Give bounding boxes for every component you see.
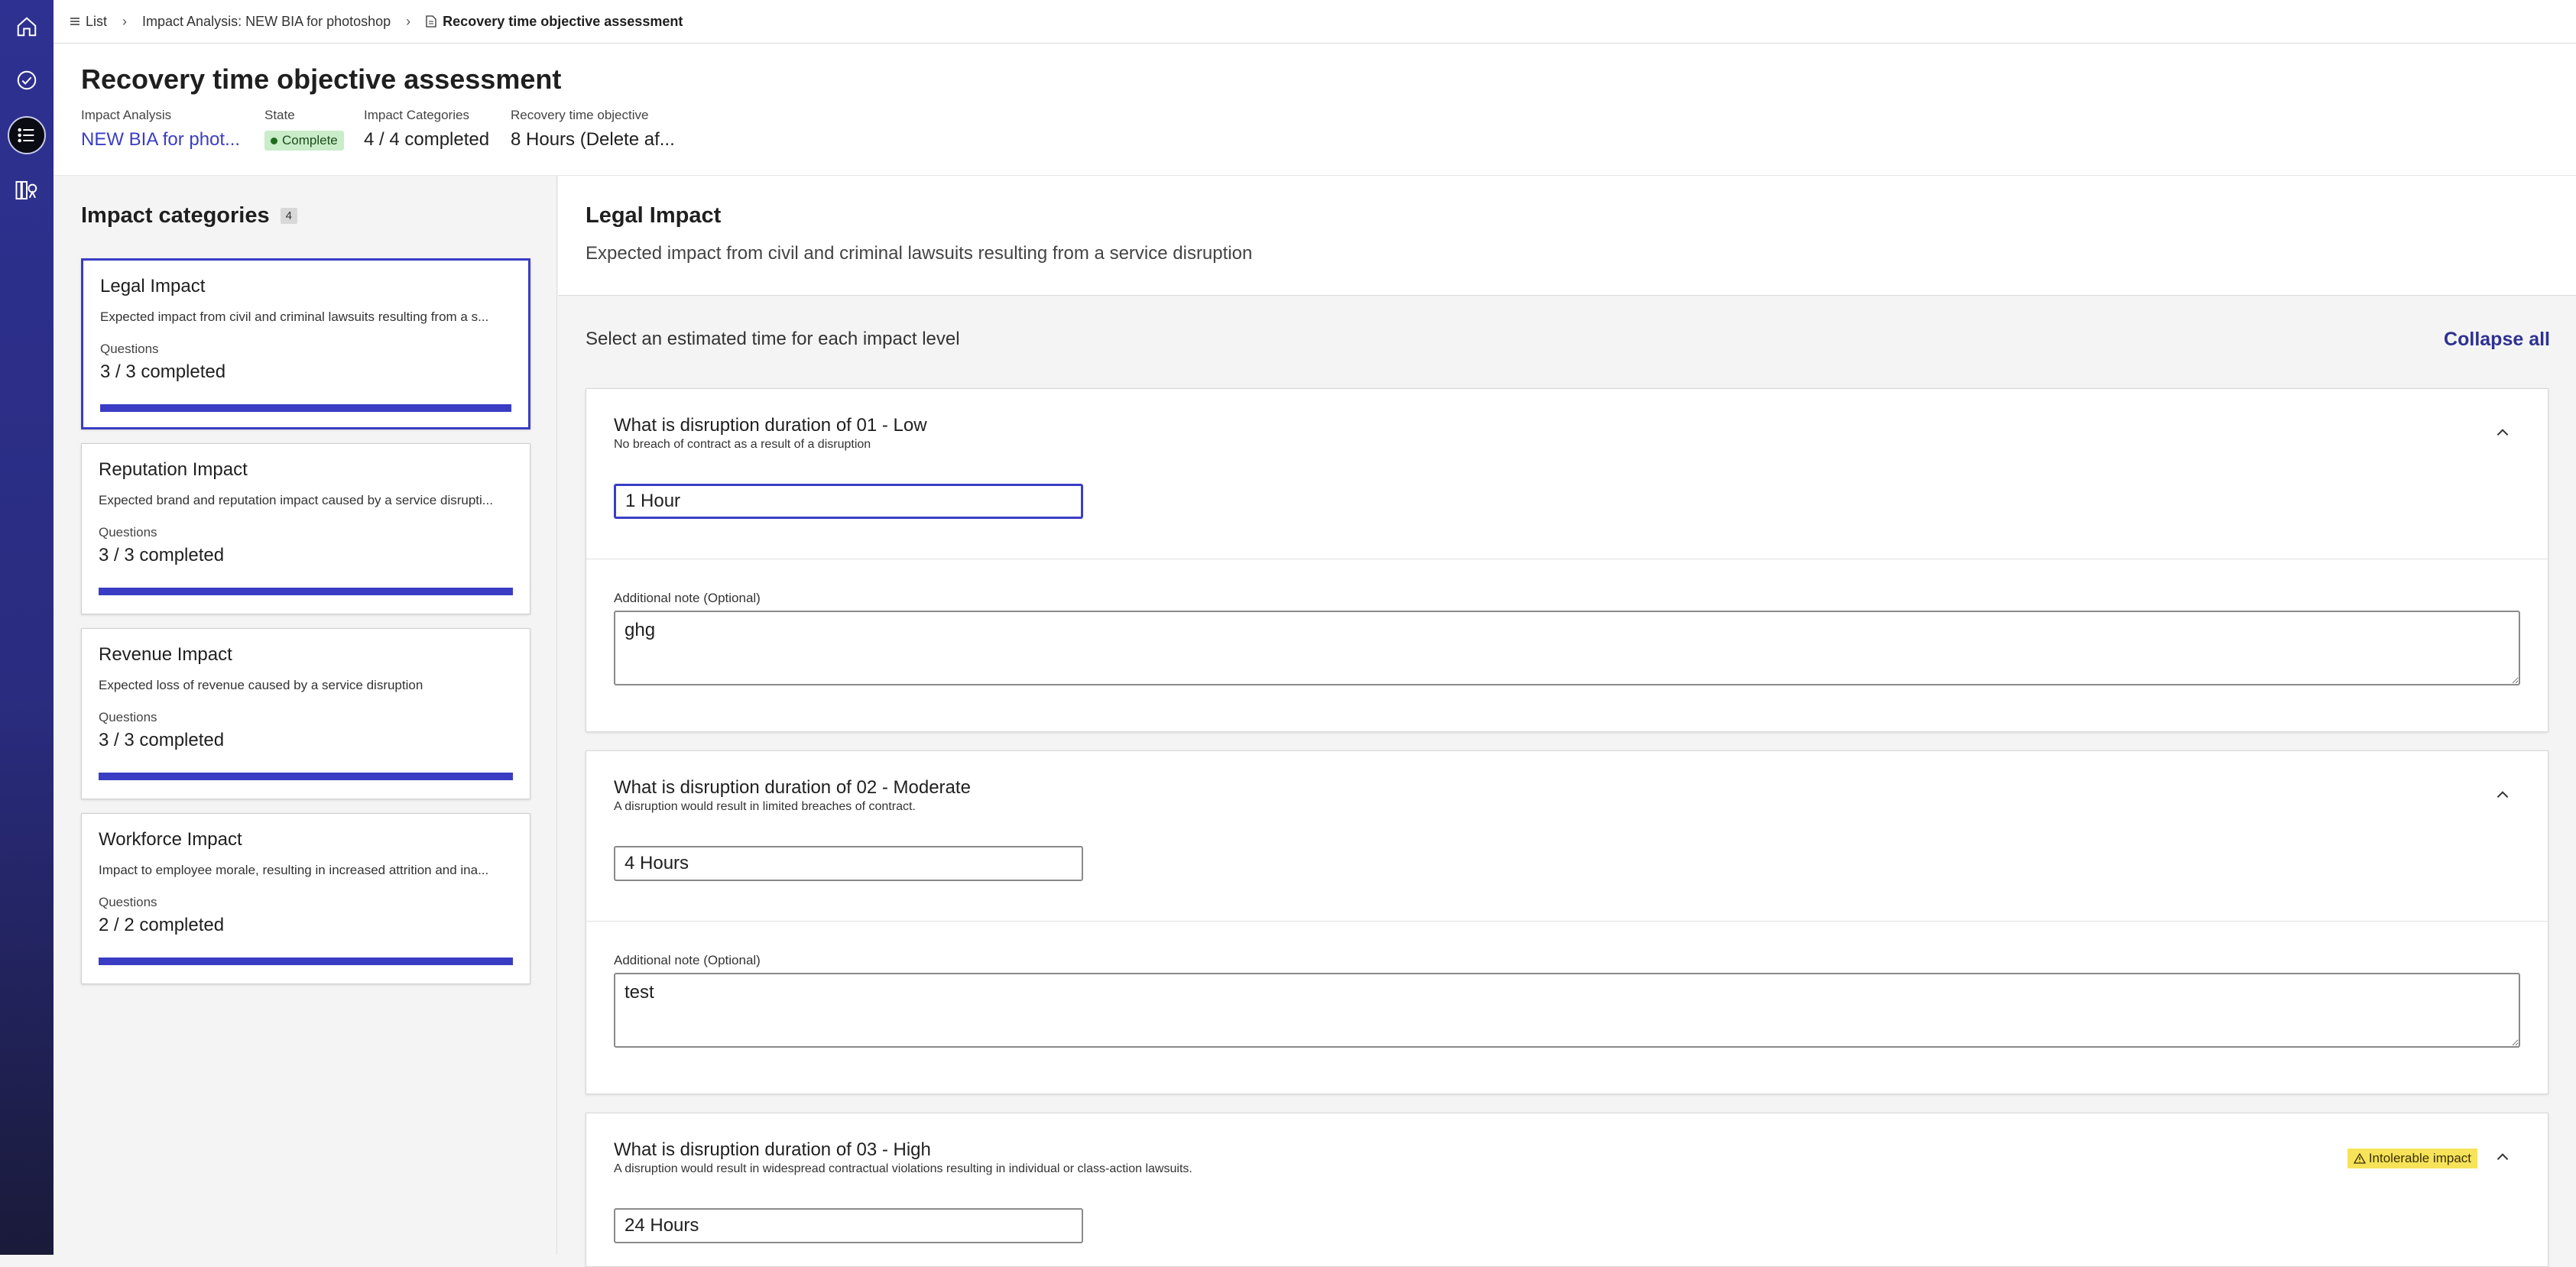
duration-input[interactable] <box>614 1208 1083 1243</box>
list-icon[interactable] <box>8 116 46 154</box>
breadcrumb-current-label: Recovery time objective assessment <box>443 13 683 29</box>
progress-fill <box>99 958 513 965</box>
card-completed: 3 / 3 completed <box>99 730 225 750</box>
divider <box>586 921 2548 922</box>
card-completed: 3 / 3 completed <box>100 361 226 382</box>
category-card-legal[interactable]: Legal Impact Expected impact from civil … <box>81 258 530 429</box>
warning-badge-label: Intolerable impact <box>2368 1151 2471 1165</box>
document-icon <box>426 15 436 28</box>
meta-value: 4 / 4 completed <box>364 129 490 150</box>
question-subtitle: No breach of contract as a result of a d… <box>614 438 871 451</box>
note-label: Additional note (Optional) <box>614 591 761 605</box>
meta-label: Recovery time objective <box>511 108 649 122</box>
categories-heading: Impact categories 4 <box>81 203 297 228</box>
categories-title: Impact categories <box>81 203 270 228</box>
categories-panel: Impact categories 4 Legal Impact Expecte… <box>54 176 557 1255</box>
question-title: What is disruption duration of 03 - High <box>614 1139 931 1160</box>
collapse-all-button[interactable]: Collapse all <box>2444 329 2550 351</box>
chevron-up-icon[interactable] <box>2494 1149 2511 1165</box>
breadcrumb-current: Recovery time objective assessment <box>426 14 683 30</box>
meta-label: Impact Categories <box>364 108 469 122</box>
question-card-moderate: What is disruption duration of 02 - Mode… <box>586 750 2548 1094</box>
progress-bar <box>99 773 513 780</box>
breadcrumb-list[interactable]: List <box>70 14 107 30</box>
progress-bar <box>100 404 511 412</box>
question-card-high: What is disruption duration of 03 - High… <box>586 1113 2548 1267</box>
progress-fill <box>99 588 513 595</box>
warning-icon <box>2353 1153 2366 1164</box>
card-completed: 2 / 2 completed <box>99 915 225 935</box>
meta-impact-analysis: Impact Analysis NEW BIA for phot... <box>81 108 242 151</box>
chevron-right-icon: › <box>406 13 411 29</box>
card-title: Workforce Impact <box>99 829 242 850</box>
meta-value: 8 Hours (Delete af... <box>511 129 675 150</box>
note-label: Additional note (Optional) <box>614 953 761 967</box>
categories-count-badge: 4 <box>280 208 297 224</box>
card-description: Impact to employee morale, resulting in … <box>99 863 489 877</box>
breadcrumb: List › Impact Analysis: NEW BIA for phot… <box>54 0 2576 44</box>
check-circle-icon[interactable] <box>8 61 46 99</box>
breadcrumb-list-label[interactable]: List <box>86 14 107 30</box>
detail-header: Legal Impact Expected impact from civil … <box>558 176 2576 296</box>
library-icon[interactable] <box>8 171 46 209</box>
category-card-reputation[interactable]: Reputation Impact Expected brand and rep… <box>81 443 530 614</box>
category-card-workforce[interactable]: Workforce Impact Impact to employee mora… <box>81 813 530 984</box>
breadcrumb-impact-analysis-label[interactable]: Impact Analysis: NEW BIA for photoshop <box>142 14 391 30</box>
category-detail-panel: Legal Impact Expected impact from civil … <box>558 176 2576 1267</box>
meta-label: State <box>264 108 295 122</box>
chevron-right-icon: › <box>122 13 128 29</box>
warning-badge: Intolerable impact <box>2347 1149 2477 1168</box>
note-textarea[interactable]: ghg <box>614 611 2520 685</box>
meta-label: Impact Analysis <box>81 108 172 122</box>
status-badge-label: Complete <box>282 133 338 147</box>
progress-bar <box>99 588 513 595</box>
card-questions-label: Questions <box>99 525 157 540</box>
breadcrumb-impact-analysis[interactable]: Impact Analysis: NEW BIA for photoshop <box>142 14 391 30</box>
list-small-icon <box>70 18 79 25</box>
card-questions-label: Questions <box>99 895 157 909</box>
app-rail <box>0 0 54 1255</box>
question-title: What is disruption duration of 02 - Mode… <box>614 777 971 798</box>
card-questions-label: Questions <box>100 342 159 356</box>
card-title: Legal Impact <box>100 276 206 296</box>
page-header: Recovery time objective assessment Impac… <box>54 44 2576 175</box>
progress-fill <box>100 404 511 412</box>
meta-state: State Complete <box>264 108 344 151</box>
meta-impact-categories: Impact Categories 4 / 4 completed <box>364 108 489 151</box>
card-description: Expected impact from civil and criminal … <box>100 309 489 324</box>
progress-fill <box>99 773 513 780</box>
card-questions-label: Questions <box>99 710 157 724</box>
home-icon[interactable] <box>8 8 46 46</box>
question-title: What is disruption duration of 01 - Low <box>614 415 927 436</box>
duration-input[interactable] <box>614 846 1083 881</box>
chevron-up-icon[interactable] <box>2494 786 2511 803</box>
meta-rto: Recovery time objective 8 Hours (Delete … <box>511 108 686 151</box>
category-card-revenue[interactable]: Revenue Impact Expected loss of revenue … <box>81 628 530 799</box>
chevron-up-icon[interactable] <box>2494 424 2511 441</box>
note-textarea[interactable]: test <box>614 973 2520 1048</box>
status-badge: Complete <box>264 131 344 151</box>
page-title: Recovery time objective assessment <box>81 63 562 95</box>
duration-input[interactable] <box>614 484 1083 519</box>
question-subtitle: A disruption would result in widespread … <box>614 1162 1192 1175</box>
question-card-low: What is disruption duration of 01 - Low … <box>586 388 2548 732</box>
card-completed: 3 / 3 completed <box>99 545 225 565</box>
detail-description: Expected impact from civil and criminal … <box>586 243 1253 264</box>
card-title: Revenue Impact <box>99 644 232 665</box>
impact-analysis-link[interactable]: NEW BIA for phot... <box>81 129 242 151</box>
status-dot-icon <box>271 137 277 144</box>
instruction-text: Select an estimated time for each impact… <box>586 329 960 349</box>
card-description: Expected loss of revenue caused by a ser… <box>99 678 423 692</box>
question-subtitle: A disruption would result in limited bre… <box>614 800 916 813</box>
progress-bar <box>99 958 513 965</box>
detail-title: Legal Impact <box>586 203 722 228</box>
card-title: Reputation Impact <box>99 459 248 480</box>
card-description: Expected brand and reputation impact cau… <box>99 493 493 507</box>
